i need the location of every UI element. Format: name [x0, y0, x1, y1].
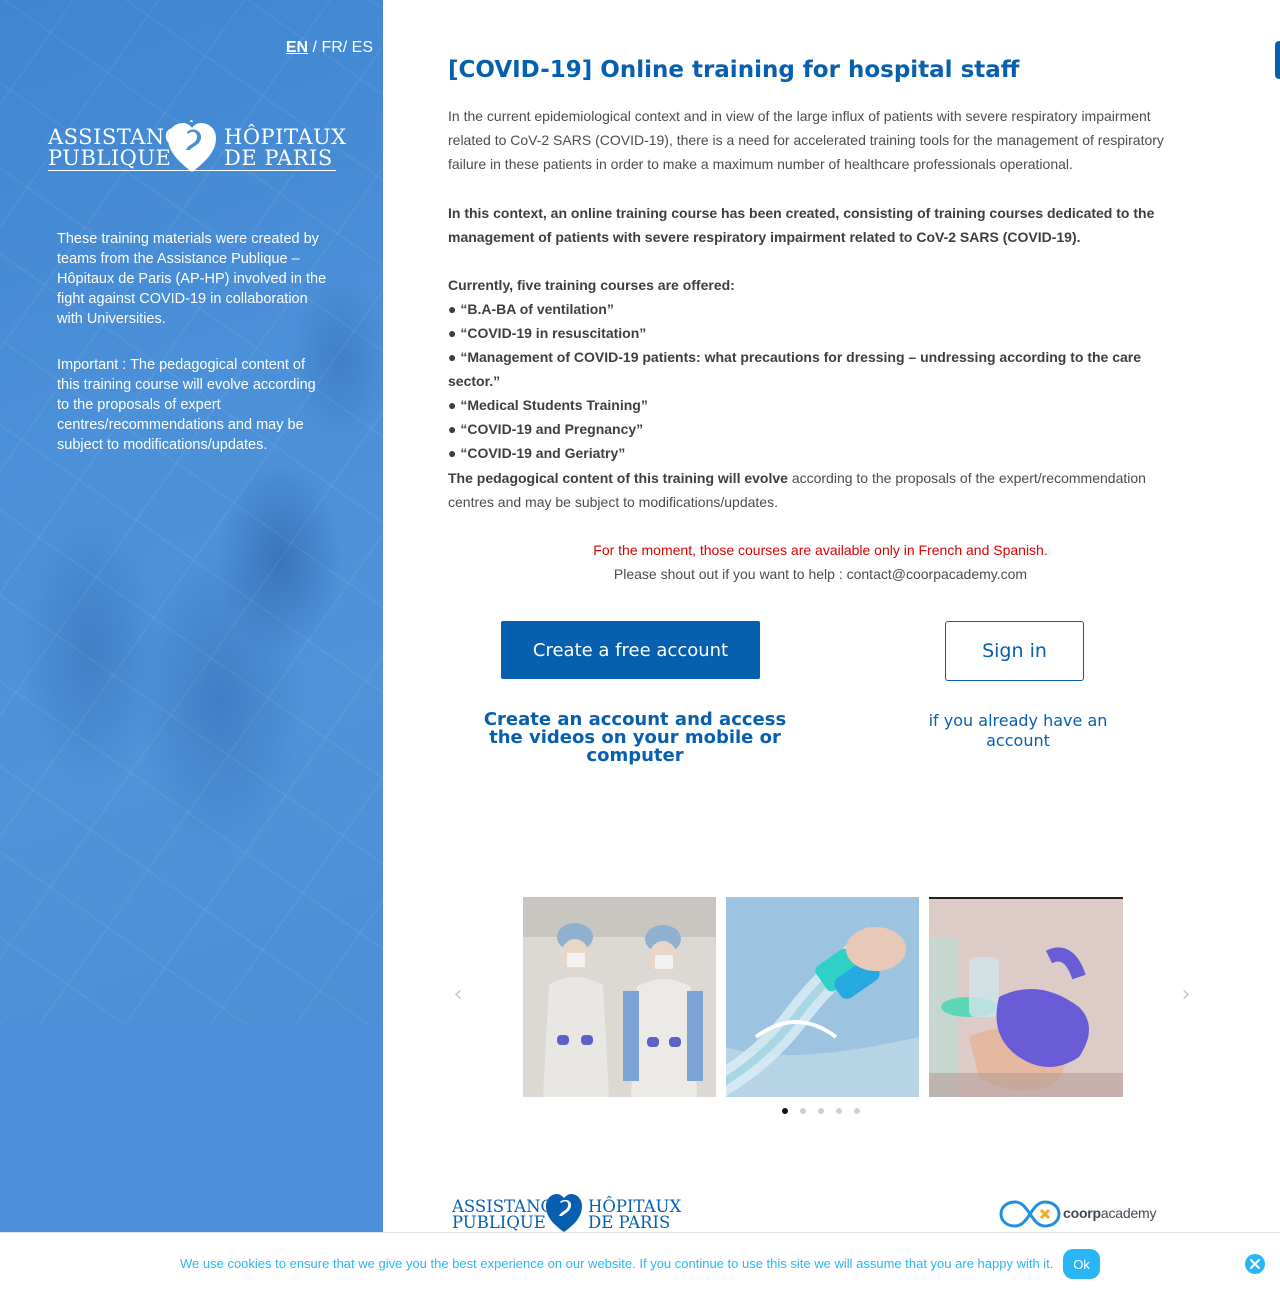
carousel-dot[interactable]: [835, 1108, 842, 1114]
context-paragraph: In this context, an online training cour…: [448, 205, 1155, 245]
coorpacademy-name: coorpacademy: [1063, 1205, 1157, 1221]
aphp-logo: ASSISTANCE PUBLIQUE HÔPITAUX DE PARIS: [48, 116, 346, 174]
close-x-glyph: [1250, 1259, 1260, 1269]
staff-in-ppe-image: [523, 897, 716, 1097]
carousel-dot[interactable]: [799, 1108, 806, 1114]
cookie-consent-bar: We use cookies to ensure that we give yo…: [0, 1232, 1280, 1294]
footer-aphp-heart-icon: [546, 1194, 582, 1232]
sign-in-caption: if you already have an account: [928, 711, 1108, 750]
coorpacademy-logo: coorpacademy: [999, 1198, 1157, 1230]
close-icon[interactable]: [1245, 1254, 1265, 1274]
coorpacademy-infinity-icon: [999, 1200, 1061, 1228]
carousel-next-arrow-icon[interactable]: ›: [1176, 984, 1196, 1006]
course-item: ● “COVID-19 in resuscitation”: [448, 325, 647, 341]
lang-fr-link[interactable]: FR: [321, 39, 342, 56]
course-item: ● “Management of COVID-19 patients: what…: [448, 349, 1142, 389]
coorp-bold-text: coorp: [1063, 1205, 1101, 1221]
course-list-heading: Currently, five training courses are off…: [448, 277, 735, 293]
course-item: ● “COVID-19 and Geriatry”: [448, 445, 626, 461]
academy-text: academy: [1100, 1205, 1157, 1221]
lang-en-link[interactable]: EN: [286, 39, 308, 56]
image-carousel: ‹ ›: [448, 897, 1193, 1122]
evolve-paragraph: The pedagogical content of this training…: [448, 466, 1193, 514]
intro-paragraph: In the current epidemiological context a…: [448, 108, 1164, 172]
left-intro-text: These training materials were created by…: [57, 231, 327, 327]
bag-valve-mask-image: [929, 897, 1123, 1097]
course-list: Currently, five training courses are off…: [448, 273, 1193, 465]
carousel-dot[interactable]: [853, 1108, 860, 1114]
left-panel: EN / FR/ ES ASSISTANCE PUBLIQUE HÔPITAUX…: [0, 0, 383, 1294]
footer-logo-text: DE PARIS: [588, 1213, 671, 1232]
ventilation-equipment-image: [726, 897, 919, 1097]
lang-es-link[interactable]: ES: [352, 39, 373, 56]
carousel-dot[interactable]: [781, 1108, 788, 1114]
page-title: [COVID-19] Online training for hospital …: [448, 57, 1020, 83]
course-item: ● “Medical Students Training”: [448, 397, 648, 413]
logo-text: PUBLIQUE: [48, 146, 172, 170]
side-tab[interactable]: [1275, 41, 1280, 79]
carousel-pagination: [448, 1108, 1193, 1114]
aphp-heart-icon: [168, 120, 216, 172]
footer-aphp-logo: ASSISTANCE PUBLIQUE HÔPITAUX DE PARIS: [451, 1190, 681, 1234]
cookie-message: We use cookies to ensure that we give yo…: [180, 1256, 1054, 1271]
logo-underline: [48, 170, 336, 171]
language-switcher: EN / FR/ ES: [286, 39, 373, 57]
carousel-prev-arrow-icon[interactable]: ‹: [448, 984, 468, 1006]
logo-text: HÔPITAUX: [224, 125, 347, 149]
help-contact-text: Please shout out if you want to help : c…: [613, 566, 1028, 582]
course-item: ● “B.A-BA of ventilation”: [448, 301, 614, 317]
create-account-caption: Create an account and access the videos …: [483, 709, 787, 766]
cookie-ok-button[interactable]: Ok: [1063, 1249, 1100, 1279]
course-item: ● “COVID-19 and Pregnancy”: [448, 421, 644, 437]
create-account-button[interactable]: Create a free account: [501, 621, 760, 679]
lang-separator: /: [342, 39, 352, 56]
evolve-bold-text: The pedagogical content of this training…: [448, 470, 788, 486]
left-important-text: Important : The pedagogical content of t…: [57, 357, 316, 453]
footer-logo-text: PUBLIQUE: [452, 1213, 546, 1232]
logo-text: DE PARIS: [224, 146, 333, 170]
sign-in-button[interactable]: Sign in: [945, 621, 1084, 681]
language-notice: For the moment, those courses are availa…: [593, 542, 1048, 558]
carousel-slide-ventilation-tube[interactable]: [726, 897, 919, 1097]
carousel-slide-bag-valve-mask[interactable]: [929, 897, 1123, 1097]
carousel-dot[interactable]: [817, 1108, 824, 1114]
carousel-slide-staff-ppe[interactable]: [523, 897, 716, 1097]
lang-separator: /: [308, 39, 322, 56]
